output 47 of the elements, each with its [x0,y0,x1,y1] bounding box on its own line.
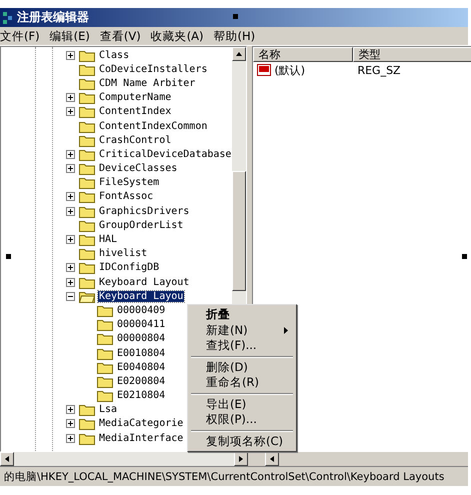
window-title: 注册表编辑器 [17,9,89,26]
menu-item[interactable]: 文件(F) [0,28,40,44]
tree-item[interactable]: E0210804 [116,390,166,402]
menu-item[interactable]: 导出(E) [190,396,294,412]
tree-item[interactable]: GroupOrderList [98,220,184,231]
menu-item[interactable]: 查看(V) [100,28,141,44]
tree-item[interactable]: IDConfigDB [98,262,160,274]
tree-item[interactable]: 00000409 [116,304,166,316]
menu-item[interactable]: 收藏夹(A) [150,28,204,44]
tree-item[interactable]: E0200804 [116,376,166,387]
tree-item[interactable]: ComputerName [98,92,172,104]
tree-item[interactable]: Class [98,50,130,61]
tree-item[interactable]: CDM Name Arbiter [98,78,196,89]
menu-item[interactable]: 帮助(H) [214,28,256,44]
menu-item[interactable]: 删除(D) [190,360,294,375]
value-name: (默认) [274,62,306,78]
value-type: REG_SZ [357,64,401,76]
menu-item[interactable]: 重命名(R) [190,375,294,390]
tree-item[interactable]: MediaInterface [98,432,184,444]
tree-item[interactable]: ContentIndexCommon [98,120,208,132]
tree-item[interactable]: FileSystem [98,177,160,188]
menu-item[interactable]: 权限(P)... [190,412,294,428]
tree-item[interactable]: CriticalDeviceDatabase [98,148,232,160]
tree-item[interactable]: 00000804 [116,333,166,344]
tree-item[interactable]: CoDeviceInstallers [98,64,208,75]
tree-item[interactable]: Lsa [98,404,118,416]
column-header[interactable]: 名称 [253,47,354,62]
tree-item[interactable]: CrashControl [98,134,172,146]
menu-item[interactable]: 新建(N) [190,322,294,338]
tree-item[interactable]: GraphicsDrivers [98,206,190,217]
menu-item[interactable]: 编辑(E) [50,28,90,44]
tree-item[interactable]: 00000411 [116,319,166,330]
tree-item[interactable]: FontAssoc [98,191,154,202]
menu-item[interactable]: 折叠 [190,307,294,322]
tree-item[interactable]: DeviceClasses [98,163,178,174]
tree-item[interactable]: ContentIndex [98,106,172,118]
menu-item[interactable]: 复制项名称(C) [190,434,294,449]
tree-item[interactable]: Keyboard Layout [98,276,190,288]
tree-item[interactable]: Keyboard Layou [98,290,184,302]
status-path: 的电脑\HKEY_LOCAL_MACHINE\SYSTEM\CurrentControlSet\Control\Keyboard Layouts [4,470,444,484]
tree-item[interactable]: HAL [98,234,118,246]
tree-item[interactable]: E0010804 [116,348,166,359]
column-header[interactable]: 类型 [353,47,471,62]
tree-item[interactable]: hivelist [98,248,148,260]
menu-item[interactable]: 查找(F)... [190,338,294,354]
tree-item[interactable]: E0040804 [116,362,166,373]
tree-item[interactable]: MediaCategorie [98,418,184,430]
